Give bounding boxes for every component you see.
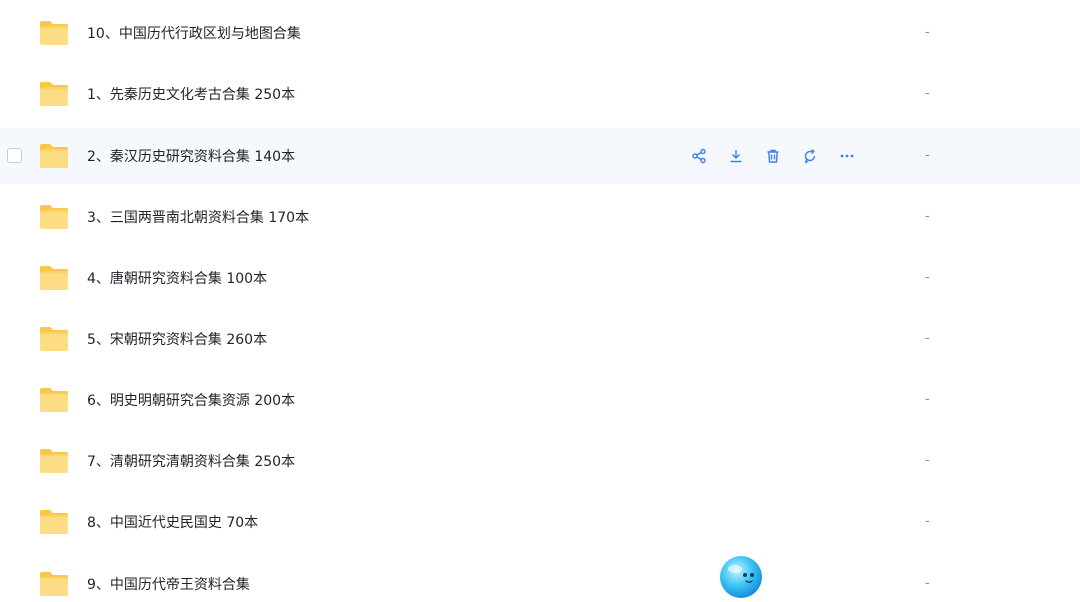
file-row[interactable]: 5、宋朝研究资料合集 260本 -	[0, 310, 1080, 367]
file-row[interactable]: 6、明史明朝研究合集资源 200本 -	[0, 371, 1080, 428]
file-row[interactable]: 9、中国历代帝王资料合集 -	[0, 555, 1080, 602]
file-row[interactable]: 7、清朝研究清朝资料合集 250本 -	[0, 432, 1080, 489]
file-name[interactable]: 2、秦汉历史研究资料合集 140本	[87, 146, 295, 166]
folder-icon	[38, 325, 70, 353]
file-size: -	[925, 453, 930, 468]
file-name[interactable]: 7、清朝研究清朝资料合集 250本	[87, 451, 295, 471]
folder-icon	[38, 570, 70, 598]
file-row[interactable]: 1、先秦历史文化考古合集 250本 -	[0, 65, 1080, 122]
file-name[interactable]: 10、中国历代行政区划与地图合集	[87, 23, 301, 43]
folder-icon	[38, 264, 70, 292]
file-name[interactable]: 4、唐朝研究资料合集 100本	[87, 268, 267, 288]
share-icon[interactable]	[688, 145, 709, 166]
file-name[interactable]: 1、先秦历史文化考古合集 250本	[87, 84, 295, 104]
row-checkbox[interactable]	[7, 148, 22, 163]
folder-icon	[38, 203, 70, 231]
download-icon[interactable]	[725, 145, 746, 166]
file-size: -	[925, 270, 930, 285]
folder-icon	[38, 80, 70, 108]
assistant-mascot-icon[interactable]	[718, 554, 764, 600]
folder-icon	[38, 386, 70, 414]
file-name[interactable]: 3、三国两晋南北朝资料合集 170本	[87, 207, 309, 227]
file-row[interactable]: 3、三国两晋南北朝资料合集 170本 -	[0, 188, 1080, 245]
file-name[interactable]: 9、中国历代帝王资料合集	[87, 574, 250, 594]
row-actions	[688, 145, 857, 166]
folder-icon	[38, 142, 70, 170]
folder-icon	[38, 19, 70, 47]
file-row[interactable]: 10、中国历代行政区划与地图合集 -	[0, 4, 1080, 61]
file-size: -	[925, 86, 930, 101]
file-name[interactable]: 8、中国近代史民国史 70本	[87, 512, 258, 532]
file-row[interactable]: 8、中国近代史民国史 70本 -	[0, 493, 1080, 550]
file-row[interactable]: 2、秦汉历史研究资料合集 140本 -	[0, 127, 1080, 184]
file-size: -	[925, 25, 930, 40]
file-name[interactable]: 5、宋朝研究资料合集 260本	[87, 329, 267, 349]
folder-icon	[38, 447, 70, 475]
refresh-icon[interactable]	[799, 145, 820, 166]
file-size: -	[925, 392, 930, 407]
folder-icon	[38, 508, 70, 536]
file-size: -	[925, 576, 930, 591]
file-list: 10、中国历代行政区划与地图合集 - 1、先秦历史文化考古合集 250本 - 2、秦…	[0, 0, 1080, 602]
file-size: -	[925, 148, 930, 163]
delete-icon[interactable]	[762, 145, 783, 166]
file-name[interactable]: 6、明史明朝研究合集资源 200本	[87, 390, 295, 410]
file-size: -	[925, 331, 930, 346]
file-row[interactable]: 4、唐朝研究资料合集 100本 -	[0, 249, 1080, 306]
file-size: -	[925, 209, 930, 224]
file-size: -	[925, 514, 930, 529]
more-icon[interactable]	[836, 145, 857, 166]
